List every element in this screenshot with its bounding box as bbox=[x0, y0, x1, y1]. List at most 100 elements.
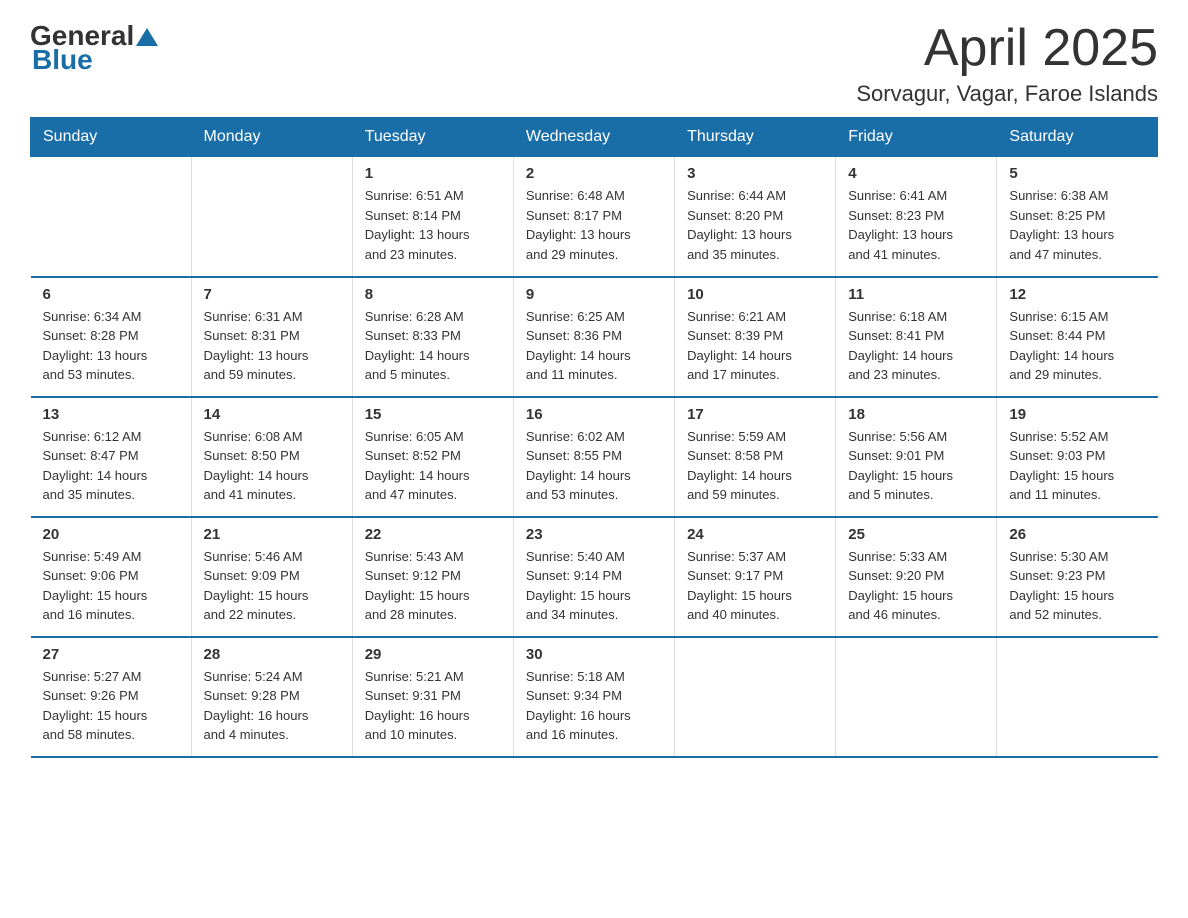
calendar-week-row: 27Sunrise: 5:27 AM Sunset: 9:26 PM Dayli… bbox=[31, 637, 1158, 757]
day-sun-info: Sunrise: 5:49 AM Sunset: 9:06 PM Dayligh… bbox=[43, 547, 179, 625]
day-sun-info: Sunrise: 6:08 AM Sunset: 8:50 PM Dayligh… bbox=[204, 427, 340, 505]
day-sun-info: Sunrise: 5:40 AM Sunset: 9:14 PM Dayligh… bbox=[526, 547, 662, 625]
calendar-day-cell: 27Sunrise: 5:27 AM Sunset: 9:26 PM Dayli… bbox=[31, 637, 192, 757]
day-sun-info: Sunrise: 5:56 AM Sunset: 9:01 PM Dayligh… bbox=[848, 427, 984, 505]
calendar-header-row: SundayMondayTuesdayWednesdayThursdayFrid… bbox=[31, 118, 1158, 157]
day-number: 26 bbox=[1009, 526, 1145, 543]
day-of-week-header: Sunday bbox=[31, 118, 192, 157]
day-number: 16 bbox=[526, 406, 662, 423]
calendar-day-cell: 8 Sunrise: 6:28 AM Sunset: 8:33 PM Daylig… bbox=[352, 277, 513, 397]
day-sun-info: Sunrise: 5:46 AM Sunset: 9:09 PM Dayligh… bbox=[204, 547, 340, 625]
day-number: 19 bbox=[1009, 406, 1145, 423]
day-of-week-header: Saturday bbox=[997, 118, 1158, 157]
day-number: 23 bbox=[526, 526, 662, 543]
day-number: 2 bbox=[526, 165, 662, 182]
calendar-day-cell: 15 Sunrise: 6:05 AM Sunset: 8:52 PM Dayli… bbox=[352, 397, 513, 517]
day-sun-info: Sunrise: 5:59 AM Sunset: 8:58 PM Dayligh… bbox=[687, 427, 823, 505]
calendar-day-cell: 19Sunrise: 5:52 AM Sunset: 9:03 PM Dayli… bbox=[997, 397, 1158, 517]
day-sun-info: Sunrise: 6:21 AM Sunset: 8:39 PM Dayligh… bbox=[687, 307, 823, 385]
day-number: 12 bbox=[1009, 286, 1145, 303]
calendar-day-cell: 11 Sunrise: 6:18 AM Sunset: 8:41 PM Dayli… bbox=[836, 277, 997, 397]
day-sun-info: Sunrise: 6:28 AM Sunset: 8:33 PM Dayligh… bbox=[365, 307, 501, 385]
day-sun-info: Sunrise: 6:41 AM Sunset: 8:23 PM Dayligh… bbox=[848, 186, 984, 264]
calendar-day-cell bbox=[675, 637, 836, 757]
day-number: 15 bbox=[365, 406, 501, 423]
calendar-day-cell: 24Sunrise: 5:37 AM Sunset: 9:17 PM Dayli… bbox=[675, 517, 836, 637]
calendar-day-cell: 26 Sunrise: 5:30 AM Sunset: 9:23 PM Dayli… bbox=[997, 517, 1158, 637]
calendar-week-row: 1 Sunrise: 6:51 AM Sunset: 8:14 PM Daylig… bbox=[31, 157, 1158, 277]
location-subtitle: Sorvagur, Vagar, Faroe Islands bbox=[856, 81, 1158, 107]
day-number: 3 bbox=[687, 165, 823, 182]
day-number: 6 bbox=[43, 286, 179, 303]
day-sun-info: Sunrise: 6:02 AM Sunset: 8:55 PM Dayligh… bbox=[526, 427, 662, 505]
day-of-week-header: Wednesday bbox=[513, 118, 674, 157]
calendar-day-cell: 29 Sunrise: 5:21 AM Sunset: 9:31 PM Dayli… bbox=[352, 637, 513, 757]
day-of-week-header: Friday bbox=[836, 118, 997, 157]
calendar-day-cell bbox=[191, 157, 352, 277]
day-sun-info: Sunrise: 6:38 AM Sunset: 8:25 PM Dayligh… bbox=[1009, 186, 1145, 264]
day-sun-info: Sunrise: 5:33 AM Sunset: 9:20 PM Dayligh… bbox=[848, 547, 984, 625]
calendar-day-cell: 10 Sunrise: 6:21 AM Sunset: 8:39 PM Dayli… bbox=[675, 277, 836, 397]
day-number: 11 bbox=[848, 286, 984, 303]
calendar-day-cell bbox=[997, 637, 1158, 757]
calendar-week-row: 20 Sunrise: 5:49 AM Sunset: 9:06 PM Dayli… bbox=[31, 517, 1158, 637]
day-sun-info: Sunrise: 6:05 AM Sunset: 8:52 PM Dayligh… bbox=[365, 427, 501, 505]
day-sun-info: Sunrise: 5:24 AM Sunset: 9:28 PM Dayligh… bbox=[204, 667, 340, 745]
calendar-day-cell: 3 Sunrise: 6:44 AM Sunset: 8:20 PM Daylig… bbox=[675, 157, 836, 277]
day-number: 9 bbox=[526, 286, 662, 303]
day-number: 8 bbox=[365, 286, 501, 303]
day-number: 14 bbox=[204, 406, 340, 423]
day-sun-info: Sunrise: 6:15 AM Sunset: 8:44 PM Dayligh… bbox=[1009, 307, 1145, 385]
calendar-day-cell: 23 Sunrise: 5:40 AM Sunset: 9:14 PM Dayli… bbox=[513, 517, 674, 637]
day-sun-info: Sunrise: 6:51 AM Sunset: 8:14 PM Dayligh… bbox=[365, 186, 501, 264]
day-sun-info: Sunrise: 6:12 AM Sunset: 8:47 PM Dayligh… bbox=[43, 427, 179, 505]
day-of-week-header: Tuesday bbox=[352, 118, 513, 157]
day-sun-info: Sunrise: 5:43 AM Sunset: 9:12 PM Dayligh… bbox=[365, 547, 501, 625]
calendar-day-cell: 12 Sunrise: 6:15 AM Sunset: 8:44 PM Dayli… bbox=[997, 277, 1158, 397]
month-title: April 2025 bbox=[856, 20, 1158, 77]
day-of-week-header: Thursday bbox=[675, 118, 836, 157]
day-number: 22 bbox=[365, 526, 501, 543]
day-number: 18 bbox=[848, 406, 984, 423]
calendar-day-cell: 4Sunrise: 6:41 AM Sunset: 8:23 PM Daylig… bbox=[836, 157, 997, 277]
day-sun-info: Sunrise: 5:30 AM Sunset: 9:23 PM Dayligh… bbox=[1009, 547, 1145, 625]
day-sun-info: Sunrise: 6:25 AM Sunset: 8:36 PM Dayligh… bbox=[526, 307, 662, 385]
day-sun-info: Sunrise: 5:18 AM Sunset: 9:34 PM Dayligh… bbox=[526, 667, 662, 745]
calendar-day-cell: 20 Sunrise: 5:49 AM Sunset: 9:06 PM Dayli… bbox=[31, 517, 192, 637]
day-number: 28 bbox=[204, 646, 340, 663]
day-number: 7 bbox=[204, 286, 340, 303]
day-number: 1 bbox=[365, 165, 501, 182]
day-number: 30 bbox=[526, 646, 662, 663]
calendar-day-cell: 17 Sunrise: 5:59 AM Sunset: 8:58 PM Dayli… bbox=[675, 397, 836, 517]
day-sun-info: Sunrise: 5:21 AM Sunset: 9:31 PM Dayligh… bbox=[365, 667, 501, 745]
calendar-day-cell: 13Sunrise: 6:12 AM Sunset: 8:47 PM Dayli… bbox=[31, 397, 192, 517]
day-number: 21 bbox=[204, 526, 340, 543]
calendar-day-cell: 18 Sunrise: 5:56 AM Sunset: 9:01 PM Dayli… bbox=[836, 397, 997, 517]
logo-triangle-icon bbox=[136, 26, 158, 48]
calendar-day-cell: 22 Sunrise: 5:43 AM Sunset: 9:12 PM Dayli… bbox=[352, 517, 513, 637]
logo: General Blue bbox=[30, 20, 158, 76]
day-sun-info: Sunrise: 6:18 AM Sunset: 8:41 PM Dayligh… bbox=[848, 307, 984, 385]
day-number: 29 bbox=[365, 646, 501, 663]
day-number: 17 bbox=[687, 406, 823, 423]
calendar-week-row: 6 Sunrise: 6:34 AM Sunset: 8:28 PM Daylig… bbox=[31, 277, 1158, 397]
calendar-day-cell: 9 Sunrise: 6:25 AM Sunset: 8:36 PM Daylig… bbox=[513, 277, 674, 397]
day-number: 10 bbox=[687, 286, 823, 303]
calendar-day-cell: 1 Sunrise: 6:51 AM Sunset: 8:14 PM Daylig… bbox=[352, 157, 513, 277]
calendar-day-cell: 5 Sunrise: 6:38 AM Sunset: 8:25 PM Daylig… bbox=[997, 157, 1158, 277]
day-sun-info: Sunrise: 6:34 AM Sunset: 8:28 PM Dayligh… bbox=[43, 307, 179, 385]
day-sun-info: Sunrise: 6:31 AM Sunset: 8:31 PM Dayligh… bbox=[204, 307, 340, 385]
logo-blue-text: Blue bbox=[32, 44, 93, 76]
calendar-day-cell: 6 Sunrise: 6:34 AM Sunset: 8:28 PM Daylig… bbox=[31, 277, 192, 397]
calendar-day-cell bbox=[31, 157, 192, 277]
calendar-day-cell: 21 Sunrise: 5:46 AM Sunset: 9:09 PM Dayli… bbox=[191, 517, 352, 637]
calendar-table: SundayMondayTuesdayWednesdayThursdayFrid… bbox=[30, 117, 1158, 758]
page-header: General Blue April 2025 Sorvagur, Vagar,… bbox=[30, 20, 1158, 107]
day-number: 20 bbox=[43, 526, 179, 543]
calendar-day-cell: 16 Sunrise: 6:02 AM Sunset: 8:55 PM Dayli… bbox=[513, 397, 674, 517]
day-sun-info: Sunrise: 6:44 AM Sunset: 8:20 PM Dayligh… bbox=[687, 186, 823, 264]
day-number: 24 bbox=[687, 526, 823, 543]
calendar-day-cell bbox=[836, 637, 997, 757]
day-number: 5 bbox=[1009, 165, 1145, 182]
day-sun-info: Sunrise: 6:48 AM Sunset: 8:17 PM Dayligh… bbox=[526, 186, 662, 264]
